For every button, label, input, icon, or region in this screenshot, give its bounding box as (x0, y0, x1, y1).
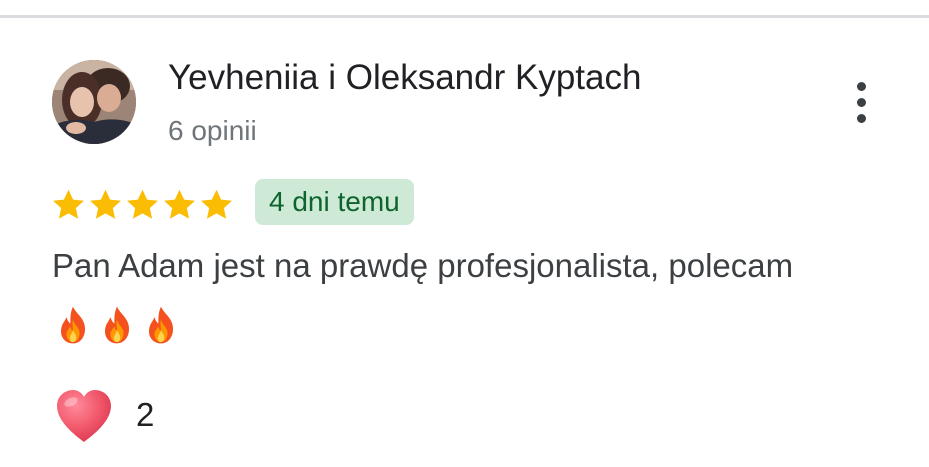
heart-icon (57, 390, 111, 442)
avatar[interactable] (52, 60, 136, 144)
review-text: Pan Adam jest na prawdę profesjonalista,… (52, 247, 794, 284)
author-review-count: 6 opinii (168, 115, 257, 146)
star-icon (161, 187, 198, 223)
more-vertical-icon-dot (856, 113, 866, 123)
like-button[interactable] (54, 388, 114, 444)
more-vertical-icon (856, 81, 866, 91)
more-options-button[interactable] (838, 76, 884, 128)
more-vertical-icon-dot (856, 97, 866, 107)
avatar-photo-icon (52, 60, 136, 144)
author-name[interactable]: Yevheniia i Oleksandr Kyptach (168, 57, 641, 99)
star-icon (198, 187, 235, 223)
top-divider (0, 15, 929, 18)
star-icon (50, 187, 87, 223)
star-icon (124, 187, 161, 223)
review-date-badge: 4 dni temu (255, 179, 414, 225)
fire-icon (104, 306, 130, 344)
like-count: 2 (136, 396, 155, 433)
star-icon (87, 187, 124, 223)
fire-icon (148, 306, 174, 344)
fire-icon (60, 306, 86, 344)
star-rating (50, 185, 235, 225)
review-emoji-row (52, 302, 182, 348)
